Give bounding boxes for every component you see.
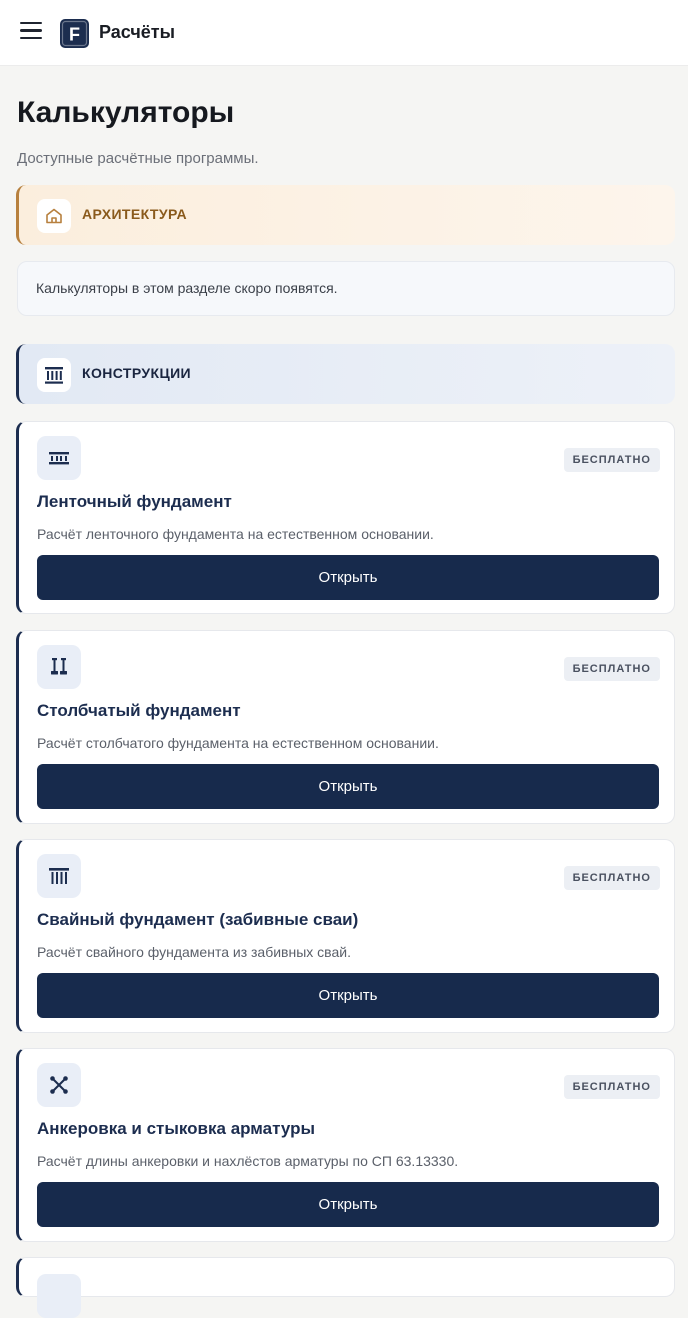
free-badge: БЕСПЛАТНО <box>563 448 660 472</box>
open-button[interactable]: Открыть <box>37 973 659 1018</box>
hamburger-menu-icon[interactable] <box>20 22 42 42</box>
section-label-constructions: КОНСТРУКЦИИ <box>82 365 192 381</box>
page-title: Калькуляторы <box>17 96 235 129</box>
app-title: Расчёты <box>99 22 175 42</box>
house-icon <box>37 199 71 233</box>
section-header-constructions[interactable]: КОНСТРУКЦИИ <box>16 344 675 404</box>
card-title: Ленточный фундамент <box>37 492 232 511</box>
card-description: Расчёт столбчатого фундамента на естеств… <box>37 735 439 751</box>
free-badge: БЕСПЛАТНО <box>563 866 660 890</box>
empty-section-note: Калькуляторы в этом разделе скоро появят… <box>17 261 675 316</box>
calculator-card: БЕСПЛАТНО Свайный фундамент (забивные св… <box>16 839 675 1033</box>
card-icon-partial <box>37 1274 81 1318</box>
card-description: Расчёт свайного фундамента из забивных с… <box>37 944 351 960</box>
column-foundation-icon <box>37 645 81 689</box>
free-badge: БЕСПЛАТНО <box>563 1075 660 1099</box>
card-title: Свайный фундамент (забивные сваи) <box>37 910 359 929</box>
open-button[interactable]: Открыть <box>37 1182 659 1227</box>
calculator-card: БЕСПЛАТНО Анкеровка и стыковка арматуры … <box>16 1048 675 1242</box>
page-subtitle: Доступные расчётные программы. <box>17 150 259 167</box>
empty-section-text: Калькуляторы в этом разделе скоро появят… <box>36 280 338 296</box>
pile-foundation-icon <box>37 854 81 898</box>
calculator-card: БЕСПЛАТНО Ленточный фундамент Расчёт лен… <box>16 421 675 614</box>
section-header-architecture[interactable]: АРХИТЕКТУРА <box>16 185 675 245</box>
open-button[interactable]: Открыть <box>37 764 659 809</box>
open-button[interactable]: Открыть <box>37 555 659 600</box>
logo-letter: F <box>69 25 80 45</box>
strip-foundation-icon <box>37 436 81 480</box>
columns-building-icon <box>37 358 71 392</box>
top-app-bar: F Расчёты <box>0 0 688 66</box>
card-title: Столбчатый фундамент <box>37 701 241 720</box>
section-label-architecture: АРХИТЕКТУРА <box>82 206 187 222</box>
free-badge: БЕСПЛАТНО <box>563 657 660 681</box>
rebar-anchorage-icon <box>37 1063 81 1107</box>
calculator-card: БЕСПЛАТНО Столбчатый фундамент Расчёт ст… <box>16 630 675 824</box>
calculator-card-partial <box>16 1257 675 1318</box>
card-description: Расчёт длины анкеровки и нахлёстов армат… <box>37 1153 459 1169</box>
card-title: Анкеровка и стыковка арматуры <box>37 1119 315 1138</box>
app-logo: F <box>60 19 89 48</box>
card-description: Расчёт ленточного фундамента на естестве… <box>37 526 434 542</box>
